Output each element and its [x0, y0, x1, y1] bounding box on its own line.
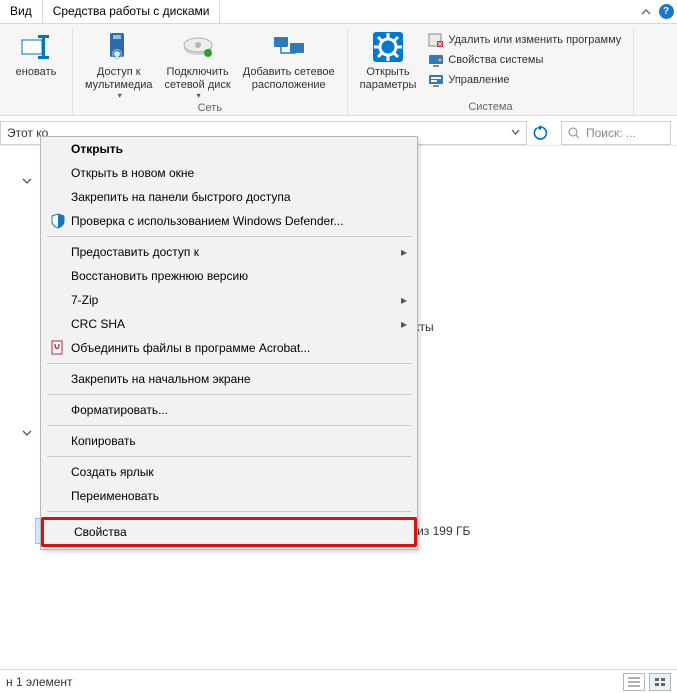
ribbon-group-system-label: Система — [468, 101, 512, 115]
manage-icon — [428, 72, 444, 88]
submenu-arrow-icon: ▸ — [401, 293, 407, 307]
map-drive-label: Подключитьсетевой диск — [165, 66, 231, 91]
ribbon-collapse-button[interactable] — [637, 0, 655, 23]
rename-label: еновать — [16, 66, 57, 79]
ctx-share-access[interactable]: Предоставить доступ к ▸ — [41, 240, 417, 264]
search-box[interactable]: Поиск: ... — [561, 121, 671, 145]
ctx-format[interactable]: Форматировать... — [41, 398, 417, 422]
ribbon-group-network: Доступ кмультимедиа ▾ Подключитьсетевой … — [73, 28, 348, 115]
ctx-separator — [47, 511, 411, 512]
search-placeholder: Поиск: ... — [586, 126, 636, 140]
ribbon-group-rename: еновать — [0, 28, 73, 115]
ctx-pin-start[interactable]: Закрепить на начальном экране — [41, 367, 417, 391]
manage-label: Управление — [448, 74, 509, 86]
status-bar: н 1 элемент — [0, 669, 677, 693]
ctx-separator — [47, 394, 411, 395]
rename-icon — [19, 30, 53, 64]
media-access-button[interactable]: Доступ кмультимедиа ▾ — [79, 28, 159, 102]
open-settings-label: Открытьпараметры — [360, 66, 417, 91]
ctx-properties[interactable]: Свойства — [44, 520, 414, 544]
ctx-separator — [47, 363, 411, 364]
add-network-location-label: Добавить сетевоерасположение — [243, 66, 335, 91]
ribbon-tabstrip: Вид Средства работы с дисками ? — [0, 0, 677, 24]
ctx-restore-previous[interactable]: Восстановить прежнюю версию — [41, 264, 417, 288]
refresh-icon — [533, 125, 549, 141]
ribbon-group-network-label: Сеть — [198, 102, 222, 116]
details-view-icon — [628, 677, 640, 687]
dropdown-arrow-icon: ▾ — [197, 91, 201, 100]
chevron-down-icon — [22, 428, 32, 438]
submenu-arrow-icon: ▸ — [401, 245, 407, 259]
ctx-separator — [47, 236, 411, 237]
tab-drive-tools[interactable]: Средства работы с дисками — [43, 0, 221, 23]
manage-button[interactable]: Управление — [422, 70, 627, 90]
ctx-separator — [47, 425, 411, 426]
tree-expand-chevron[interactable] — [22, 428, 32, 438]
search-icon — [568, 127, 580, 139]
view-large-icons-button[interactable] — [649, 673, 671, 691]
large-icons-view-icon — [654, 677, 666, 687]
ctx-copy[interactable]: Копировать — [41, 429, 417, 453]
tree-expand-chevron[interactable] — [22, 176, 32, 186]
ribbon-group-system: Открытьпараметры Удалить или изменить пр… — [348, 28, 635, 115]
help-button[interactable]: ? — [655, 0, 677, 23]
open-settings-button[interactable]: Открытьпараметры — [354, 28, 423, 93]
chevron-down-icon — [22, 176, 32, 186]
network-drive-icon — [181, 30, 215, 64]
highlight-annotation: Свойства — [41, 517, 417, 547]
ctx-crc-sha[interactable]: CRC SHA ▸ — [41, 312, 417, 336]
settings-icon — [371, 30, 405, 64]
ctx-separator — [47, 456, 411, 457]
map-drive-button[interactable]: Подключитьсетевой диск ▾ — [159, 28, 237, 102]
add-network-location-button[interactable]: Добавить сетевоерасположение — [237, 28, 341, 93]
ctx-create-shortcut[interactable]: Создать ярлык — [41, 460, 417, 484]
address-dropdown-icon[interactable] — [511, 128, 520, 137]
uninstall-icon — [428, 32, 444, 48]
refresh-button[interactable] — [533, 125, 555, 141]
ctx-pin-quick-access[interactable]: Закрепить на панели быстрого доступа — [41, 185, 417, 209]
media-server-icon — [102, 30, 136, 64]
status-selection-count: н 1 элемент — [6, 675, 73, 689]
tab-view[interactable]: Вид — [0, 0, 43, 23]
media-access-label: Доступ кмультимедиа — [85, 66, 153, 91]
help-icon: ? — [659, 4, 674, 19]
ctx-open-new-window[interactable]: Открыть в новом окне — [41, 161, 417, 185]
network-location-icon — [272, 30, 306, 64]
uninstall-program-button[interactable]: Удалить или изменить программу — [422, 30, 627, 50]
chevron-up-icon — [641, 7, 651, 17]
dropdown-arrow-icon: ▾ — [118, 91, 122, 100]
ctx-acrobat-combine[interactable]: Объединить файлы в программе Acrobat... — [41, 336, 417, 360]
rename-button[interactable]: еновать — [6, 28, 66, 81]
ctx-7zip[interactable]: 7-Zip ▸ — [41, 288, 417, 312]
system-properties-button[interactable]: Свойства системы — [422, 50, 627, 70]
ctx-open[interactable]: Открыть — [41, 137, 417, 161]
defender-shield-icon — [45, 213, 71, 229]
ctx-defender-scan[interactable]: Проверка с использованием Windows Defend… — [41, 209, 417, 233]
ctx-rename[interactable]: Переименовать — [41, 484, 417, 508]
system-properties-icon — [428, 52, 444, 68]
ribbon: еновать Доступ кмультимедиа ▾ Подключить… — [0, 24, 677, 116]
view-details-button[interactable] — [623, 673, 645, 691]
submenu-arrow-icon: ▸ — [401, 317, 407, 331]
uninstall-program-label: Удалить или изменить программу — [448, 34, 621, 46]
context-menu: Открыть Открыть в новом окне Закрепить н… — [40, 136, 418, 550]
system-properties-label: Свойства системы — [448, 54, 543, 66]
acrobat-icon — [45, 340, 71, 356]
